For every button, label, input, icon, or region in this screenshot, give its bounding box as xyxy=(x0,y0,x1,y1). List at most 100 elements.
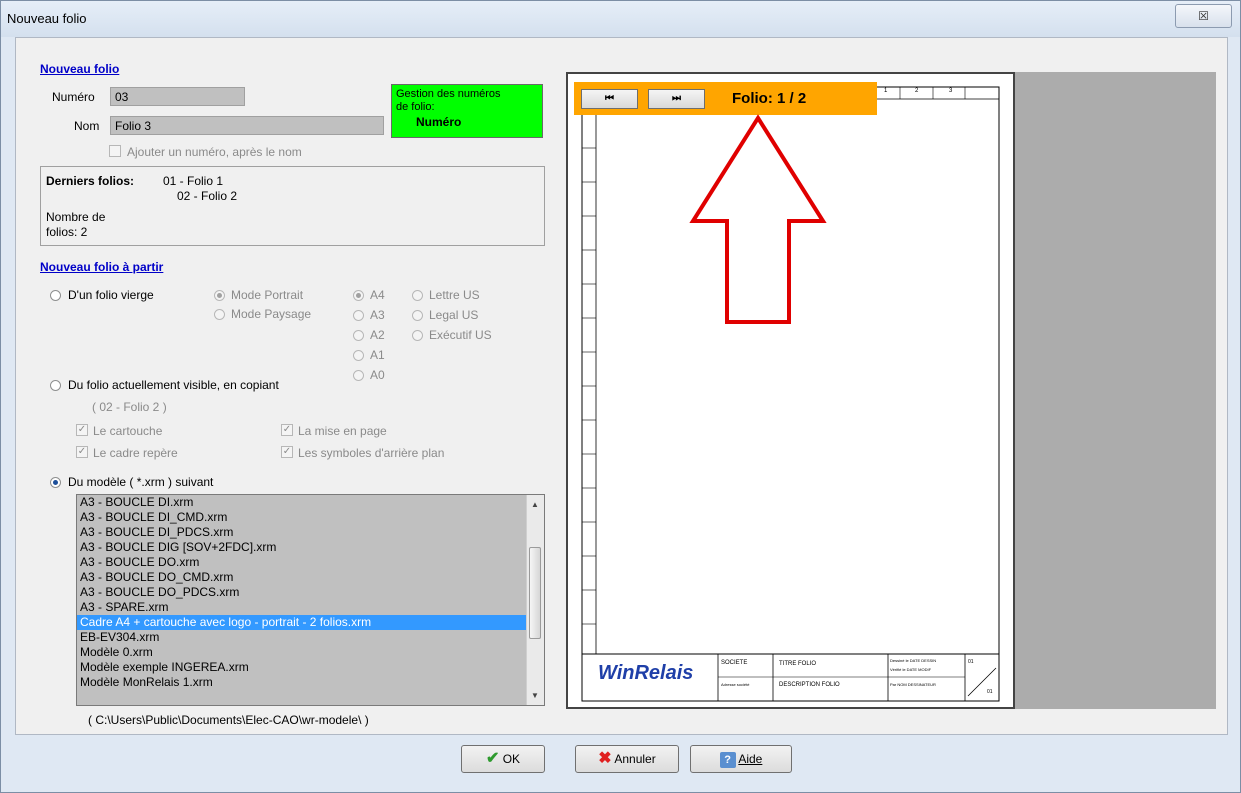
derniers-item-2: 02 - Folio 2 xyxy=(177,189,238,203)
copy-symboles-label: Les symboles d'arrière plan xyxy=(298,446,445,460)
annuler-label: Annuler xyxy=(614,752,656,766)
model-list-item[interactable]: A3 - BOUCLE DI_PDCS.xrm xyxy=(77,525,544,540)
model-list-item[interactable]: A3 - BOUCLE DO.xrm xyxy=(77,555,544,570)
aide-label: Aide xyxy=(738,752,763,766)
format-a2-label: A2 xyxy=(370,328,385,342)
format-a1-label: A1 xyxy=(370,348,385,362)
vierge-radio[interactable] xyxy=(50,290,61,301)
cart-dessin: Dessiné le DATE DESSIN xyxy=(890,658,937,663)
title-bar: Nouveau folio ☒ xyxy=(1,1,1240,37)
cart-titre: TITRE FOLIO xyxy=(779,661,817,667)
model-listbox[interactable]: A3 - BOUCLE DI.xrm A3 - BOUCLE DI_CMD.xrm… xyxy=(76,494,545,706)
lettre-us-label: Lettre US xyxy=(429,288,480,302)
nom-label: Nom xyxy=(74,119,100,133)
nom-field[interactable]: Folio 3 xyxy=(110,116,384,135)
cart-par: Par NOM DESSINATEUR xyxy=(890,682,936,687)
gestion-numeros-button[interactable]: Gestion des numéros de folio: Numéro xyxy=(391,84,543,138)
copy-cadre-label: Le cadre repère xyxy=(93,446,178,460)
visible-radio[interactable] xyxy=(50,380,61,391)
preview-background xyxy=(1015,72,1216,709)
close-button[interactable]: ☒ xyxy=(1175,4,1232,28)
copy-cartouche-checkbox[interactable]: ✓ xyxy=(76,424,88,436)
model-list-item[interactable]: A3 - BOUCLE DO_PDCS.xrm xyxy=(77,585,544,600)
cart-modif: Vérifié le DATE MODIF xyxy=(890,667,932,672)
visible-label: Du folio actuellement visible, en copian… xyxy=(68,378,279,392)
next-folio-button[interactable]: ⏭ xyxy=(648,89,705,109)
window-title: Nouveau folio xyxy=(7,11,87,26)
executif-us-label: Exécutif US xyxy=(429,328,492,342)
format-a1-radio[interactable] xyxy=(353,350,364,361)
close-icon: ☒ xyxy=(1198,9,1209,23)
check-icon: ✔ xyxy=(485,750,500,767)
model-list-item[interactable]: Modèle MonRelais 1.xrm xyxy=(77,675,544,690)
section-title-nouveau-folio: Nouveau folio xyxy=(40,62,120,76)
visible-current: ( 02 - Folio 2 ) xyxy=(92,400,167,414)
legal-us-radio[interactable] xyxy=(412,310,423,321)
copy-cartouche-label: Le cartouche xyxy=(93,424,163,438)
ok-button[interactable]: ✔ OK xyxy=(461,745,545,773)
format-a0-label: A0 xyxy=(370,368,385,382)
mode-portrait-radio[interactable] xyxy=(214,290,225,301)
folio-counter: Folio: 1 / 2 xyxy=(732,90,807,107)
model-list-item[interactable]: A3 - BOUCLE DO_CMD.xrm xyxy=(77,570,544,585)
gestion-line1: Gestion des numéros xyxy=(396,88,501,100)
model-list-item[interactable]: A3 - BOUCLE DI.xrm xyxy=(77,495,544,510)
derniers-item-1: 01 - Folio 1 xyxy=(163,174,224,188)
copy-mise-label: La mise en page xyxy=(298,424,387,438)
nombre-line2: folios: 2 xyxy=(46,225,88,239)
gestion-value: Numéro xyxy=(416,115,462,129)
first-page-icon: ⏮ xyxy=(605,93,614,104)
top-col-3: 3 xyxy=(949,88,953,94)
annuler-button[interactable]: ✖ Annuler xyxy=(575,745,679,773)
numero-field[interactable]: 03 xyxy=(110,87,245,106)
format-a2-radio[interactable] xyxy=(353,330,364,341)
ok-label: OK xyxy=(502,752,521,766)
winrelais-logo: WinRelais xyxy=(598,662,694,684)
copy-symboles-checkbox[interactable]: ✓ xyxy=(281,446,293,458)
mode-portrait-label: Mode Portrait xyxy=(231,288,304,302)
model-list-item[interactable]: A3 - BOUCLE DIG [SOV+2FDC].xrm xyxy=(77,540,544,555)
cancel-icon: ✖ xyxy=(598,750,612,767)
derniers-label: Derniers folios: xyxy=(46,174,135,188)
help-icon: ? xyxy=(719,751,736,768)
format-a4-radio[interactable] xyxy=(353,290,364,301)
format-a0-radio[interactable] xyxy=(353,370,364,381)
add-number-label: Ajouter un numéro, après le nom xyxy=(127,145,302,159)
folio-nav-bar: ⏮ ⏭ Folio: 1 / 2 xyxy=(574,82,877,115)
model-list-item[interactable]: Modèle exemple INGEREA.xrm xyxy=(77,660,544,675)
legal-us-label: Legal US xyxy=(429,308,479,322)
nombre-line1: Nombre de xyxy=(46,210,106,224)
top-col-1: 1 xyxy=(884,88,888,94)
format-a3-label: A3 xyxy=(370,308,385,322)
copy-cadre-checkbox[interactable]: ✓ xyxy=(76,446,88,458)
cart-num1: 01 xyxy=(968,659,974,665)
add-number-checkbox[interactable] xyxy=(109,145,121,157)
scroll-up-icon[interactable]: ▲ xyxy=(531,500,539,509)
vierge-label: D'un folio vierge xyxy=(68,288,154,302)
cart-adresse: Adresse société xyxy=(721,682,750,687)
model-list-item[interactable]: Modèle 0.xrm xyxy=(77,645,544,660)
lettre-us-radio[interactable] xyxy=(412,290,423,301)
mode-paysage-radio[interactable] xyxy=(214,309,225,320)
section-title-a-partir: Nouveau folio à partir xyxy=(40,260,164,274)
model-list-item[interactable]: A3 - BOUCLE DI_CMD.xrm xyxy=(77,510,544,525)
format-a4-label: A4 xyxy=(370,288,385,302)
model-list-item[interactable]: Cadre A4 + cartouche avec logo - portrai… xyxy=(77,615,544,630)
modele-radio[interactable] xyxy=(50,477,61,488)
prev-folio-button[interactable]: ⏮ xyxy=(581,89,638,109)
numero-label: Numéro xyxy=(52,90,95,104)
format-a3-radio[interactable] xyxy=(353,310,364,321)
executif-us-radio[interactable] xyxy=(412,330,423,341)
model-list-item[interactable]: EB-EV304.xrm xyxy=(77,630,544,645)
aide-button[interactable]: ? Aide xyxy=(690,745,792,773)
model-path: ( C:\Users\Public\Documents\Elec-CAO\wr-… xyxy=(88,713,369,727)
model-list-scrollbar[interactable]: ▲ ▼ xyxy=(526,495,544,705)
mode-paysage-label: Mode Paysage xyxy=(231,307,312,321)
scroll-thumb[interactable] xyxy=(529,547,541,639)
model-list-item[interactable]: A3 - SPARE.xrm xyxy=(77,600,544,615)
scroll-down-icon[interactable]: ▼ xyxy=(531,691,539,700)
cart-desc: DESCRIPTION FOLIO xyxy=(779,682,840,688)
gestion-line2: de folio: xyxy=(396,101,435,113)
copy-mise-checkbox[interactable]: ✓ xyxy=(281,424,293,436)
modele-label: Du modèle ( *.xrm ) suivant xyxy=(68,475,214,489)
